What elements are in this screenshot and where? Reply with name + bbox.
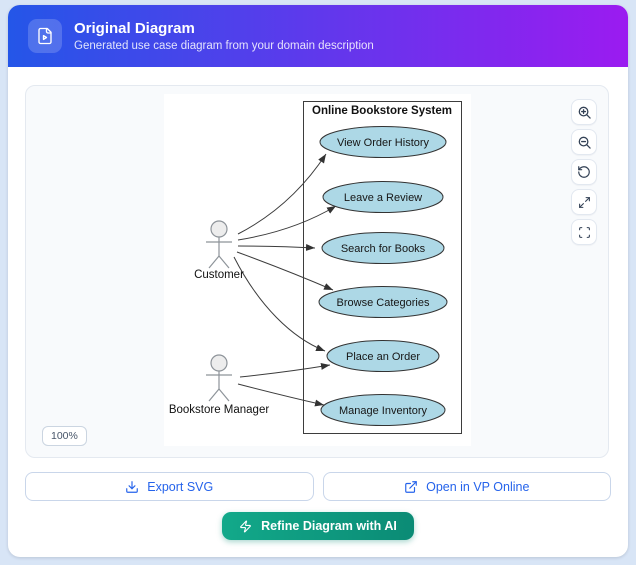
svg-text:Leave a Review: Leave a Review <box>344 192 422 204</box>
actor-bookstore-manager-label: Bookstore Manager <box>169 404 270 416</box>
actions-row: Export SVG Open in VP Online <box>25 472 611 501</box>
fit-corners-icon <box>578 226 591 239</box>
export-svg-label: Export SVG <box>147 480 213 494</box>
reset-view-button[interactable] <box>571 159 597 185</box>
actor-customer: Customer <box>194 221 244 281</box>
open-vp-online-label: Open in VP Online <box>426 480 529 494</box>
lightning-icon <box>239 520 252 533</box>
diagram-card: Original Diagram Generated use case diag… <box>8 5 628 557</box>
actor-customer-label: Customer <box>194 269 244 281</box>
svg-text:Search for Books: Search for Books <box>341 243 426 255</box>
svg-text:Manage Inventory: Manage Inventory <box>339 405 428 417</box>
export-svg-button[interactable]: Export SVG <box>25 472 314 501</box>
zoom-in-button[interactable] <box>571 99 597 125</box>
page-subtitle: Generated use case diagram from your dom… <box>74 40 374 53</box>
external-link-icon <box>404 480 418 494</box>
zoom-level-badge: 100% <box>42 426 87 446</box>
use-case-manage-inventory: Manage Inventory <box>321 395 445 426</box>
svg-text:Browse Categories: Browse Categories <box>337 297 430 309</box>
use-case-place-an-order: Place an Order <box>327 341 439 372</box>
card-header: Original Diagram Generated use case diag… <box>8 5 628 67</box>
svg-text:Place an Order: Place an Order <box>346 351 420 363</box>
refine-diagram-button[interactable]: Refine Diagram with AI <box>222 512 414 540</box>
download-icon <box>125 480 139 494</box>
use-case-search-for-books: Search for Books <box>322 233 444 264</box>
system-title: Online Bookstore System <box>312 105 452 117</box>
canvas-controls <box>571 99 597 245</box>
expand-button[interactable] <box>571 189 597 215</box>
zoom-out-icon <box>578 136 591 149</box>
zoom-in-icon <box>578 106 591 119</box>
expand-icon <box>578 196 591 209</box>
diagram-canvas[interactable]: Online Bookstore System View Or <box>25 85 609 458</box>
rotate-ccw-icon <box>577 165 591 179</box>
svg-text:View Order History: View Order History <box>337 137 430 149</box>
zoom-out-button[interactable] <box>571 129 597 155</box>
use-case-view-order-history: View Order History <box>320 127 446 158</box>
open-vp-online-button[interactable]: Open in VP Online <box>323 472 612 501</box>
diagram-document-icon <box>28 19 62 53</box>
actor-bookstore-manager: Bookstore Manager <box>169 355 270 416</box>
refine-diagram-label: Refine Diagram with AI <box>261 519 397 533</box>
use-case-browse-categories: Browse Categories <box>319 287 447 318</box>
fit-to-screen-button[interactable] <box>571 219 597 245</box>
diagram-surface: Online Bookstore System View Or <box>164 94 471 446</box>
refine-row: Refine Diagram with AI <box>8 512 628 540</box>
page-title: Original Diagram <box>74 20 374 38</box>
use-case-leave-a-review: Leave a Review <box>323 182 443 213</box>
